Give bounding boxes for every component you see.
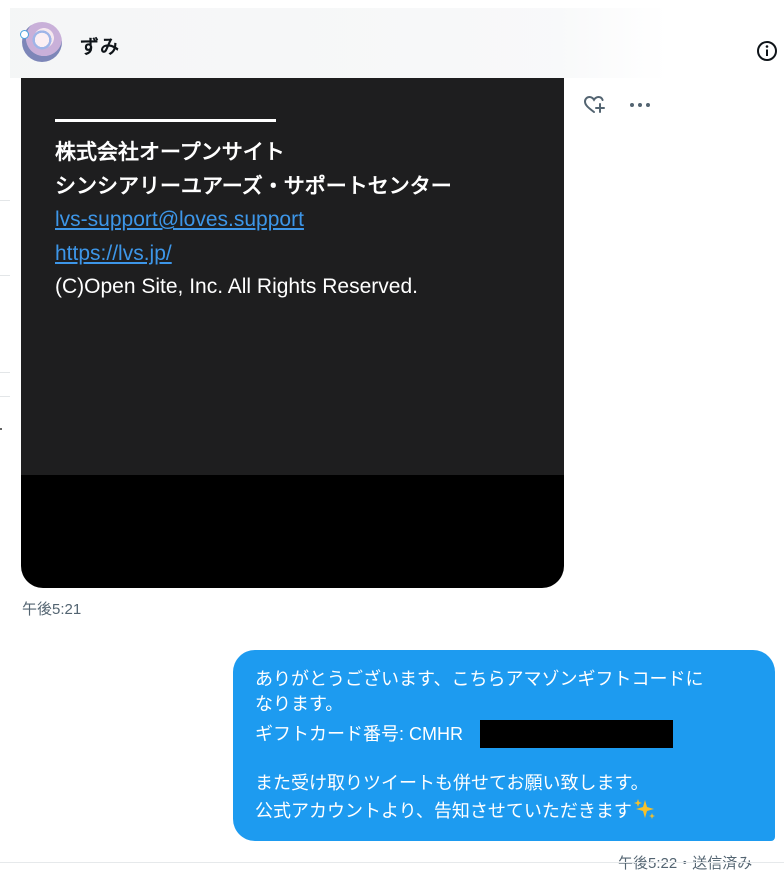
left-edge-dot — [0, 428, 2, 430]
avatar-badge — [20, 30, 29, 39]
support-center-name: シンシアリーユアーズ・サポートセンター — [55, 175, 452, 198]
message-line-with-emoji: 公式アカウントより、告知させていただきます — [255, 798, 657, 823]
gift-card-line: ギフトカード番号: CMHR — [255, 724, 463, 744]
info-icon[interactable] — [756, 40, 778, 62]
received-timestamp: 午後5:21 — [22, 601, 82, 618]
support-email-link[interactable]: lvs-support@loves.support — [55, 207, 304, 233]
copyright-text: (C)Open Site, Inc. All Rights Reserved. — [55, 275, 418, 298]
more-icon[interactable] — [628, 100, 652, 110]
message-line: また受け取りツイートも併せてお願い致します。 — [255, 773, 649, 793]
left-divider — [0, 275, 10, 276]
redaction-box — [480, 720, 673, 748]
left-divider — [0, 200, 10, 201]
signature-divider — [55, 119, 276, 122]
message-line: なります。 — [255, 694, 344, 714]
message-image-card[interactable]: 株式会社オープンサイト シンシアリーユアーズ・サポートセンター lvs-supp… — [21, 78, 564, 588]
email-signature-panel: 株式会社オープンサイト シンシアリーユアーズ・サポートセンター lvs-supp… — [21, 78, 564, 475]
sparkles-icon — [633, 799, 655, 819]
avatar[interactable] — [22, 22, 62, 62]
company-name: 株式会社オープンサイト — [55, 141, 285, 164]
sent-message-bubble[interactable]: ありがとうございます、こちらアマゾンギフトコードに なります。 ギフトカード番号… — [233, 650, 775, 841]
bottom-divider — [0, 862, 784, 863]
message-line-text: 公式アカウントより、告知させていただきます — [255, 801, 632, 821]
left-divider — [0, 396, 10, 397]
support-url-link[interactable]: https://lvs.jp/ — [55, 241, 172, 267]
left-divider — [0, 372, 10, 373]
message-line: ありがとうございます、こちらアマゾンギフトコードに — [255, 669, 704, 689]
conversation-user-name[interactable]: ずみ — [80, 32, 120, 59]
conversation-header: ずみ — [10, 8, 784, 78]
heart-plus-icon[interactable] — [583, 95, 605, 115]
